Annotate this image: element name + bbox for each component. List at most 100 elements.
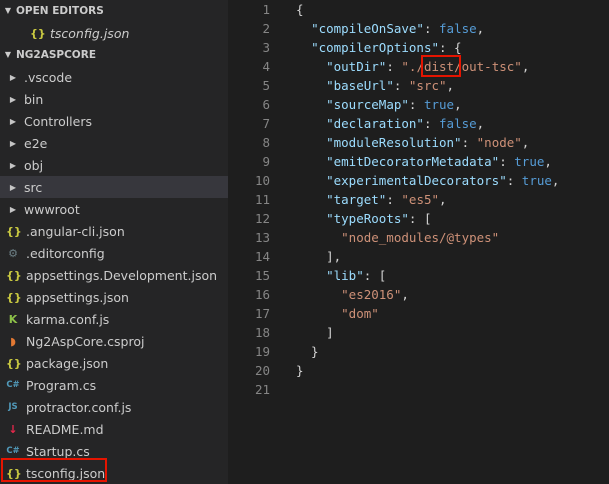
folder-item[interactable]: ▶ obj	[0, 154, 228, 176]
file-item[interactable]: C# Startup.cs	[0, 440, 228, 462]
file-item[interactable]: Kkarma.conf.js	[0, 308, 228, 330]
file-item[interactable]: {} tsconfig.json	[0, 462, 228, 484]
open-editors-label: OPEN EDITORS	[16, 5, 104, 17]
line-number: 6	[262, 97, 270, 112]
code-token: true	[423, 97, 455, 112]
project-header[interactable]: ▼ NG2ASPCORE	[0, 44, 228, 66]
code-line: 8 "moduleResolution": "node",	[228, 133, 609, 152]
folder-item[interactable]: ▶ Controllers	[0, 110, 228, 132]
code-token: ,	[544, 154, 552, 169]
code-text: "baseUrl": "src",	[296, 76, 454, 95]
code-text: "lib": [	[296, 266, 386, 285]
folder-item[interactable]: ▶ wwwroot	[0, 198, 228, 220]
code-token: ,	[521, 135, 530, 150]
code-line: 11 "target": "es5",	[228, 190, 609, 209]
line-number: 8	[262, 135, 270, 150]
code-token: : {	[439, 40, 462, 55]
code-token: :	[386, 192, 402, 207]
open-editor-item-tsconfig[interactable]: {} tsconfig.json	[0, 22, 228, 44]
code-token: false	[439, 116, 477, 131]
file-label: Ng2AspCore.csproj	[26, 333, 145, 349]
code-token: "es2016"	[341, 287, 402, 302]
folder-label: src	[24, 179, 43, 195]
code-token: "moduleResolution"	[326, 135, 462, 150]
highlight-box-dist	[421, 55, 461, 77]
code-text: ]	[296, 323, 334, 342]
chevron-right-icon: ▶	[9, 182, 17, 192]
line-number: 14	[254, 249, 270, 264]
file-label: package.json	[26, 355, 109, 371]
code-token: "target"	[326, 192, 387, 207]
file-item[interactable]: C# Program.cs	[0, 374, 228, 396]
code-token: ,	[454, 97, 462, 112]
line-number: 19	[254, 344, 270, 359]
file-item[interactable]: {} .angular-cli.json	[0, 220, 228, 242]
folder-item[interactable]: ▶ e2e	[0, 132, 228, 154]
code-token: :	[408, 97, 424, 112]
markdown-icon: ↓	[8, 422, 18, 436]
file-label: tsconfig.json	[26, 465, 106, 481]
code-token: :	[386, 59, 402, 74]
file-item[interactable]: {} package.json	[0, 352, 228, 374]
code-token: :	[499, 154, 515, 169]
folder-item[interactable]: ▶ bin	[0, 88, 228, 110]
code-token: }	[296, 363, 304, 378]
file-item[interactable]: {} appsettings.json	[0, 286, 228, 308]
code-text: "experimentalDecorators": true,	[296, 171, 559, 190]
code-token: ,	[476, 21, 485, 36]
chevron-right-icon: ▶	[9, 72, 17, 82]
code-token: ]	[296, 325, 334, 340]
code-text: {	[296, 0, 304, 19]
folder-item[interactable]: ▶ .vscode	[0, 66, 228, 88]
code-token: ,	[521, 59, 530, 74]
code-token: true	[514, 154, 545, 169]
code-line: 20}	[228, 361, 609, 380]
code-token: "baseUrl"	[326, 78, 394, 93]
file-label: Program.cs	[26, 377, 97, 393]
js-icon: JS	[8, 402, 18, 412]
line-number: 1	[262, 2, 270, 17]
file-item[interactable]: ◗ Ng2AspCore.csproj	[0, 330, 228, 352]
code-token: :	[393, 78, 409, 93]
line-number: 2	[262, 21, 270, 36]
csharp-icon: C#	[6, 446, 20, 456]
code-text: "outDir": "./dist/out-tsc",	[296, 57, 529, 76]
code-token: : [	[408, 211, 432, 226]
file-item[interactable]: {} appsettings.Development.json	[0, 264, 228, 286]
file-label: Startup.cs	[26, 443, 90, 459]
file-item[interactable]: ⚙ .editorconfig	[0, 242, 228, 264]
file-label: .editorconfig	[26, 245, 105, 261]
chevron-right-icon: ▶	[9, 160, 17, 170]
code-token: "lib"	[326, 268, 364, 283]
file-item[interactable]: ↓ README.md	[0, 418, 228, 440]
folder-label: Controllers	[24, 113, 92, 129]
folder-item[interactable]: ▶ src	[0, 176, 228, 198]
code-line: 15 "lib": [	[228, 266, 609, 285]
file-label: .angular-cli.json	[26, 223, 125, 239]
code-token: "typeRoots"	[326, 211, 409, 226]
code-line: 2 "compileOnSave": false,	[228, 19, 609, 38]
line-number: 20	[254, 363, 270, 378]
code-token: "compileOnSave"	[311, 21, 424, 36]
code-token: "src"	[408, 78, 447, 93]
folder-label: wwwroot	[24, 201, 80, 217]
code-token: ,	[551, 173, 560, 188]
line-number: 15	[254, 268, 270, 283]
code-token: "./dist/out-tsc"	[401, 59, 522, 74]
code-line: 19 }	[228, 342, 609, 361]
json-icon: {}	[6, 466, 22, 480]
code-token: :	[461, 135, 477, 150]
file-item[interactable]: JS protractor.conf.js	[0, 396, 228, 418]
code-editor[interactable]: 1{2 "compileOnSave": false, 3 "compilerOp…	[228, 0, 609, 484]
chevron-right-icon: ▶	[9, 116, 17, 126]
chevron-right-icon: ▶	[9, 138, 17, 148]
open-editors-header[interactable]: ▼ OPEN EDITORS	[0, 0, 228, 22]
code-text: "compileOnSave": false,	[296, 19, 484, 38]
